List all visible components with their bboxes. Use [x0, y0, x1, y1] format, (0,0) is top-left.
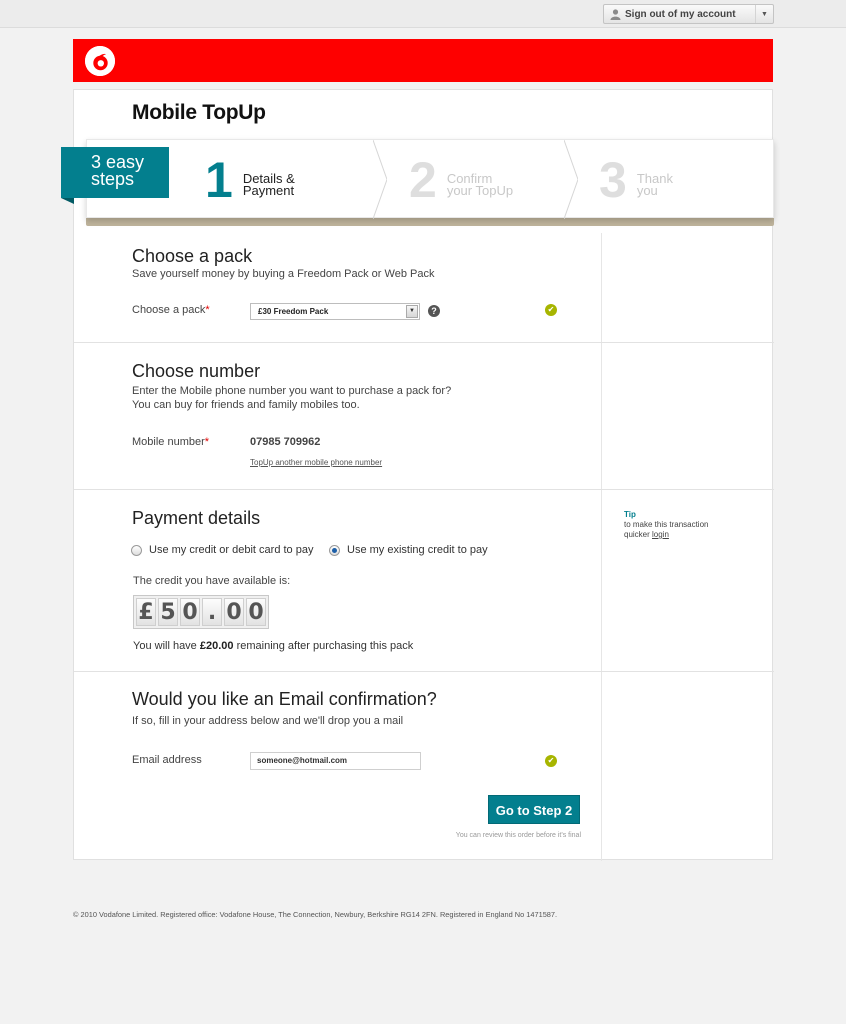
email-section: Would you like an Email confirmation? If…	[74, 672, 774, 861]
credit-digit: 0	[224, 598, 244, 626]
brand-banner	[73, 39, 773, 82]
credit-digit: £	[136, 598, 156, 626]
section-description: Enter the Mobile phone number you want t…	[132, 385, 452, 411]
section-title: Choose number	[132, 361, 261, 381]
footer-legal-text: © 2010 Vodafone Limited. Registered offi…	[73, 910, 558, 919]
topup-another-link[interactable]: TopUp another mobile phone number	[250, 458, 382, 467]
section-title: Payment details	[132, 508, 261, 528]
credit-available-label: The credit you have available is:	[133, 575, 291, 587]
user-icon	[607, 8, 623, 20]
side-column	[601, 672, 774, 861]
step-1: 1 Details & Payment	[205, 140, 295, 219]
steps-tag: 3 easy steps	[61, 147, 169, 204]
step-divider-icon	[564, 140, 578, 219]
step-divider-icon	[373, 140, 387, 219]
email-field[interactable]: someone@hotmail.com	[250, 752, 421, 770]
pack-label: Choose a pack*	[132, 304, 210, 316]
credit-digit: 0	[180, 598, 200, 626]
email-label: Email address	[132, 754, 202, 766]
step-number: 2	[409, 151, 437, 208]
step-number: 3	[599, 151, 627, 208]
tip-box: Tip to make this transaction quicker log…	[624, 510, 709, 539]
checkmark-icon: ✔	[545, 755, 557, 767]
login-link[interactable]: login	[652, 530, 669, 539]
chevron-down-icon[interactable]: ▼	[755, 5, 773, 23]
mobile-number-value: 07985 709962	[250, 436, 321, 448]
review-note: You can review this order before it's fi…	[455, 832, 581, 839]
payment-section: Payment details Use my credit or debit c…	[74, 490, 774, 672]
choose-pack-section: Choose a pack Save yourself money by buy…	[74, 233, 774, 343]
pack-select[interactable]: £30 Freedom Pack ▼	[250, 303, 420, 320]
radio-button[interactable]	[329, 544, 340, 556]
tag-fold	[61, 198, 74, 204]
section-subtitle: Save yourself money by buying a Freedom …	[132, 268, 435, 280]
credit-digit: .	[202, 598, 222, 626]
vodafone-logo[interactable]	[85, 46, 115, 76]
side-column	[601, 343, 774, 489]
page-title: Mobile TopUp	[132, 101, 266, 124]
step-label: Thank you	[636, 170, 673, 198]
chevron-down-icon[interactable]: ▼	[406, 305, 418, 318]
step-3: 3 Thank you	[599, 140, 673, 219]
credit-digit: 0	[246, 598, 266, 626]
section-subtitle: If so, fill in your address below and we…	[132, 715, 404, 727]
top-bar: Sign out of my account ▼	[0, 0, 846, 28]
step-label: Details & Payment	[242, 170, 295, 198]
checkmark-icon: ✔	[545, 304, 557, 316]
remaining-credit-text: You will have £20.00 remaining after pur…	[133, 640, 414, 652]
pay-by-card-radio[interactable]: Use my credit or debit card to pay	[131, 544, 313, 556]
radio-button[interactable]	[131, 544, 142, 556]
credit-counter: £ 5 0 . 0 0	[133, 595, 269, 629]
side-column	[601, 233, 774, 342]
choose-number-section: Choose number Enter the Mobile phone num…	[74, 343, 774, 490]
section-title: Choose a pack	[132, 246, 253, 266]
pay-by-credit-radio[interactable]: Use my existing credit to pay	[329, 544, 488, 556]
step-label: Confirm your TopUp	[446, 170, 514, 198]
section-title: Would you like an Email confirmation?	[132, 689, 437, 709]
step-number: 1	[205, 151, 233, 208]
go-to-step-2-button[interactable]: Go to Step 2	[488, 795, 580, 824]
credit-digit: 5	[158, 598, 178, 626]
main-panel: Mobile TopUp 1 Details & Payment 2 Confi…	[61, 89, 774, 861]
mobile-number-label: Mobile number*	[132, 436, 210, 448]
sign-out-label: Sign out of my account	[625, 8, 736, 20]
help-icon[interactable]: ?	[428, 305, 440, 317]
steps-indicator: 1 Details & Payment 2 Confirm your TopUp…	[86, 139, 774, 219]
sign-out-dropdown[interactable]: Sign out of my account ▼	[603, 4, 774, 24]
step-2: 2 Confirm your TopUp	[409, 140, 513, 219]
